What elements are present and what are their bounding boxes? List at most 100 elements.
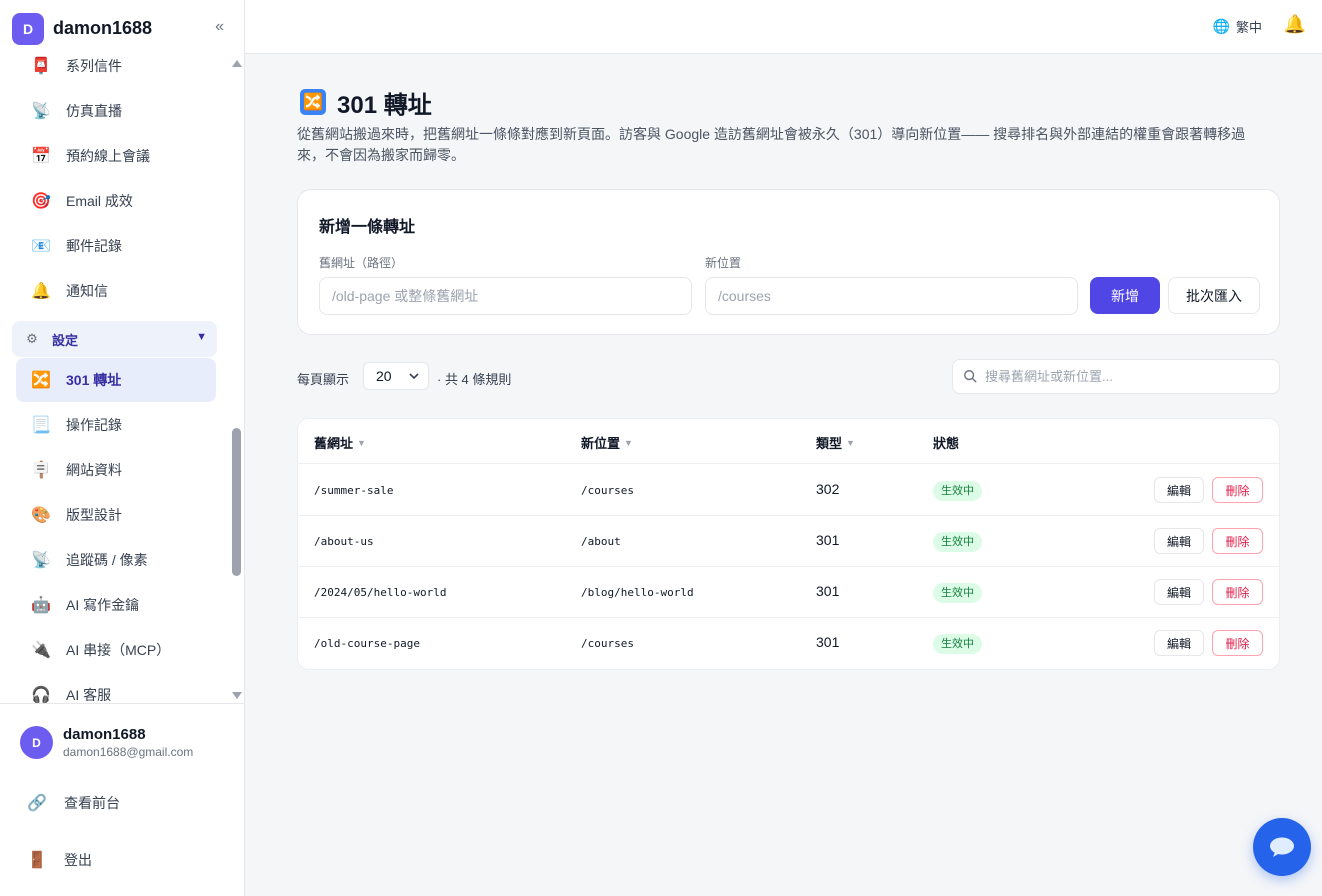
sidebar-group-label: 設定 [52, 332, 79, 348]
delete-button[interactable]: 刪除 [1212, 477, 1263, 503]
link-icon: 🔗 [27, 795, 47, 812]
notification-bell-icon[interactable]: 🔔 [1284, 14, 1306, 35]
sidebar-item-ai-mcp[interactable]: 🔌 AI 串接（MCP） [16, 628, 216, 672]
mail-log-icon: 📧 [31, 238, 51, 255]
add-redirect-button[interactable]: 新增 [1090, 277, 1160, 314]
sidebar-item-tracking[interactable]: 📡 追蹤碼 / 像素 [16, 538, 216, 582]
column-type[interactable]: 類型 ▼ [816, 433, 855, 452]
delete-button[interactable]: 刪除 [1212, 630, 1263, 656]
target-icon: 🎯 [31, 193, 51, 210]
headset-icon: 🎧 [31, 687, 51, 703]
sidebar-scrollbar[interactable] [230, 56, 244, 704]
calendar-icon: 📅 [31, 148, 51, 165]
globe-icon: 🌐 [1212, 18, 1230, 34]
sort-icon: ▼ [846, 437, 855, 448]
chevron-down-icon [409, 373, 419, 380]
caret-down-icon: ▼ [196, 331, 207, 343]
new-url-cell: /courses [581, 637, 634, 650]
page-title: 301 轉址 [337, 91, 432, 119]
user-profile[interactable]: D damon1688 damon1688@gmail.com [20, 726, 193, 759]
sidebar-group-settings[interactable]: ⚙ 設定 ▼ [12, 321, 217, 357]
collapse-sidebar-icon[interactable]: « [215, 18, 224, 36]
scroll-up-arrow-icon[interactable] [232, 60, 242, 67]
type-cell: 301 [816, 583, 840, 599]
add-redirect-card: 新增一條轉址 舊網址（路徑） 新位置 新增 批次匯入 [297, 189, 1280, 335]
edit-button[interactable]: 編輯 [1154, 579, 1204, 605]
sidebar-item-series-mail[interactable]: 📮 系列信件 [16, 50, 216, 88]
search-icon [964, 370, 977, 383]
sidebar-item-ai-key[interactable]: 🤖 AI 寫作金鑰 [16, 583, 216, 627]
sidebar-item-label: 301 轉址 [66, 372, 122, 388]
sidebar-item-theme[interactable]: 🎨 版型設計 [16, 493, 216, 537]
column-new-url[interactable]: 新位置 ▼ [581, 433, 633, 452]
avatar: D [20, 726, 53, 759]
delete-button[interactable]: 刪除 [1212, 528, 1263, 554]
view-frontend-link[interactable]: 🔗 查看前台 [26, 792, 120, 814]
old-url-cell: /2024/05/hello-world [314, 586, 447, 599]
robot-icon: 🤖 [31, 597, 51, 614]
new-url-cell: /blog/hello-world [581, 586, 694, 599]
search-input[interactable] [985, 360, 1275, 393]
sidebar-item-mail-log[interactable]: 📧 郵件記錄 [16, 224, 216, 268]
sidebar-item-label: AI 寫作金鑰 [66, 597, 140, 613]
add-redirect-title: 新增一條轉址 [319, 219, 416, 236]
sidebar-item-ai-support[interactable]: 🎧 AI 客服 [16, 673, 216, 703]
sidebar-item-label: 系列信件 [66, 58, 122, 74]
brand-avatar: D [12, 12, 44, 45]
sidebar-item-live-sim[interactable]: 📡 仿真直播 [16, 89, 216, 133]
new-url-input[interactable] [705, 277, 1078, 315]
delete-button[interactable]: 刪除 [1212, 579, 1263, 605]
page-header: 🔀 301 轉址 [297, 86, 1280, 119]
sidebar-item-label: 網站資料 [66, 462, 122, 478]
chat-support-button[interactable] [1253, 818, 1311, 876]
sidebar-item-label: AI 串接（MCP） [66, 642, 171, 658]
language-switcher[interactable]: 🌐 繁中 [1213, 17, 1262, 36]
sort-icon: ▼ [624, 437, 633, 448]
search-box[interactable] [952, 359, 1280, 394]
column-old-url[interactable]: 舊網址 ▼ [314, 433, 366, 452]
table-header: 舊網址 ▼ 新位置 ▼ 類型 ▼ 狀態 [298, 419, 1279, 464]
sidebar-item-activity-log[interactable]: 📃 操作記錄 [16, 403, 216, 447]
edit-button[interactable]: 編輯 [1154, 528, 1204, 554]
sidebar-item-site-info[interactable]: 🪧 網站資料 [16, 448, 216, 492]
sidebar-item-label: 操作記錄 [66, 417, 122, 433]
sidebar-item-label: 版型設計 [66, 507, 122, 523]
user-name: damon1688 [63, 726, 146, 743]
status-badge: 生效中 [933, 583, 982, 603]
type-cell: 301 [816, 532, 840, 548]
column-label: 新位置 [581, 436, 621, 451]
sidebar-item-booking[interactable]: 📅 預約線上會議 [16, 134, 216, 178]
page-description: 從舊網站搬過來時，把舊網址一條條對應到新頁面。訪客與 Google 造訪舊網址會… [297, 126, 1246, 163]
sidebar-item-notifications[interactable]: 🔔 通知信 [16, 269, 216, 313]
topbar: 🌐 繁中 🔔 [245, 0, 1322, 54]
old-url-input[interactable] [319, 277, 692, 315]
new-url-cell: /courses [581, 484, 634, 497]
old-url-cell: /summer-sale [314, 484, 394, 497]
scroll-down-arrow-icon[interactable] [232, 692, 242, 699]
list-toolbar: 每頁顯示 20 · 共 4 條規則 [297, 359, 1280, 395]
edit-button[interactable]: 編輯 [1154, 630, 1204, 656]
per-page-select[interactable]: 20 [363, 362, 429, 390]
sidebar-item-label: 預約線上會議 [66, 148, 150, 164]
column-label: 狀態 [933, 436, 960, 451]
brand-name: damon1688 [53, 18, 153, 38]
palette-icon: 🎨 [31, 507, 51, 524]
per-page-value: 20 [376, 368, 392, 384]
table-row: /about-us /about 301 生效中 編輯 刪除 [298, 516, 1279, 567]
sidebar-item-redirects[interactable]: 🔀 301 轉址 [16, 358, 216, 402]
main-content: 🔀 301 轉址 從舊網站搬過來時，把舊網址一條條對應到新頁面。訪客與 Goog… [297, 86, 1280, 670]
old-url-cell: /old-course-page [314, 637, 420, 650]
redirects-table: 舊網址 ▼ 新位置 ▼ 類型 ▼ 狀態 /summer-sale /course… [297, 418, 1280, 670]
mail-series-icon: 📮 [31, 58, 51, 75]
signpost-icon: 🪧 [31, 462, 51, 479]
shuffle-icon: 🔀 [31, 372, 51, 389]
column-status: 狀態 [933, 433, 959, 452]
language-label: 繁中 [1235, 20, 1262, 35]
table-row: /summer-sale /courses 302 生效中 編輯 刪除 [298, 465, 1279, 516]
batch-import-button[interactable]: 批次匯入 [1168, 277, 1260, 314]
logout-link[interactable]: 🚪 登出 [26, 849, 92, 871]
scrollbar-thumb[interactable] [232, 428, 241, 576]
sidebar-item-email-performance[interactable]: 🎯 Email 成效 [16, 179, 216, 223]
sidebar-item-label: 仿真直播 [66, 103, 122, 119]
edit-button[interactable]: 編輯 [1154, 477, 1204, 503]
